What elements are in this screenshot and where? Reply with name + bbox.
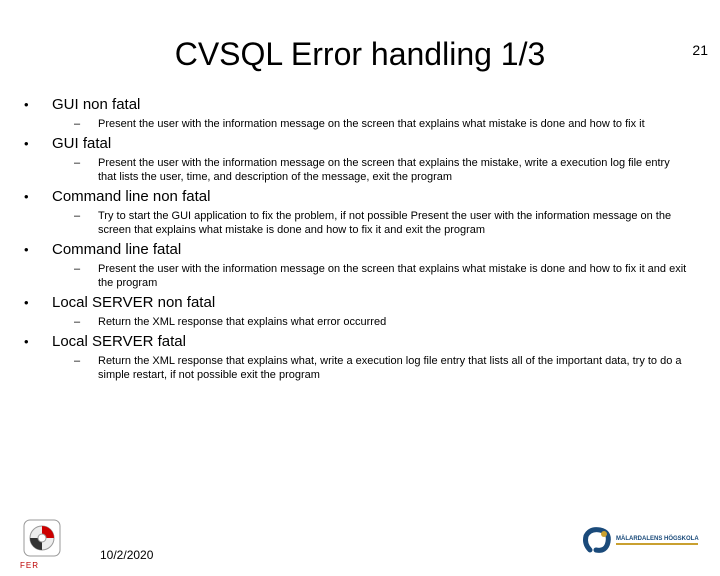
page-number: 21 [692, 42, 708, 58]
footer-date: 10/2/2020 [100, 548, 153, 562]
list-item: • GUI fatal [24, 134, 700, 154]
slide-title: CVSQL Error handling 1/3 [0, 36, 720, 73]
bullet-icon: • [24, 134, 52, 154]
item-sub-text: Present the user with the information me… [98, 262, 690, 290]
list-item: • Command line fatal [24, 240, 700, 260]
bullet-icon: • [24, 332, 52, 352]
item-heading: Command line fatal [52, 240, 181, 260]
list-item: • GUI non fatal [24, 95, 700, 115]
dash-icon: – [74, 209, 98, 223]
list-item: • Local SERVER non fatal [24, 293, 700, 313]
list-sub-item: – Present the user with the information … [74, 117, 700, 131]
item-heading: Local SERVER fatal [52, 332, 186, 352]
list-sub-item: – Present the user with the information … [74, 156, 700, 184]
item-sub-text: Return the XML response that explains wh… [98, 354, 690, 382]
slide-content: • GUI non fatal – Present the user with … [0, 95, 720, 382]
item-sub-text: Present the user with the information me… [98, 117, 645, 131]
bullet-icon: • [24, 187, 52, 207]
list-sub-item: – Return the XML response that explains … [74, 354, 700, 382]
malardalens-logo-icon: MÄLARDALENS HÖGSKOLA [580, 522, 700, 558]
list-sub-item: – Return the XML response that explains … [74, 315, 700, 329]
bullet-icon: • [24, 293, 52, 313]
dash-icon: – [74, 117, 98, 131]
bullet-icon: • [24, 95, 52, 115]
bullet-icon: • [24, 240, 52, 260]
item-heading: GUI non fatal [52, 95, 140, 115]
item-sub-text: Try to start the GUI application to fix … [98, 209, 690, 237]
brand-text: MÄLARDALENS HÖGSKOLA [616, 535, 699, 542]
list-sub-item: – Try to start the GUI application to fi… [74, 209, 700, 237]
dash-icon: – [74, 315, 98, 329]
item-sub-text: Return the XML response that explains wh… [98, 315, 386, 329]
dash-icon: – [74, 156, 98, 170]
dash-icon: – [74, 262, 98, 276]
list-sub-item: – Present the user with the information … [74, 262, 700, 290]
list-item: • Local SERVER fatal [24, 332, 700, 352]
item-sub-text: Present the user with the information me… [98, 156, 690, 184]
item-heading: Local SERVER non fatal [52, 293, 215, 313]
fer-logo-icon [22, 518, 62, 558]
list-item: • Command line non fatal [24, 187, 700, 207]
dash-icon: – [74, 354, 98, 368]
item-heading: Command line non fatal [52, 187, 210, 207]
slide-footer: FER 10/2/2020 MÄLARDALENS HÖGSKOLA [0, 520, 720, 568]
fer-text: FER [20, 561, 39, 570]
item-heading: GUI fatal [52, 134, 111, 154]
